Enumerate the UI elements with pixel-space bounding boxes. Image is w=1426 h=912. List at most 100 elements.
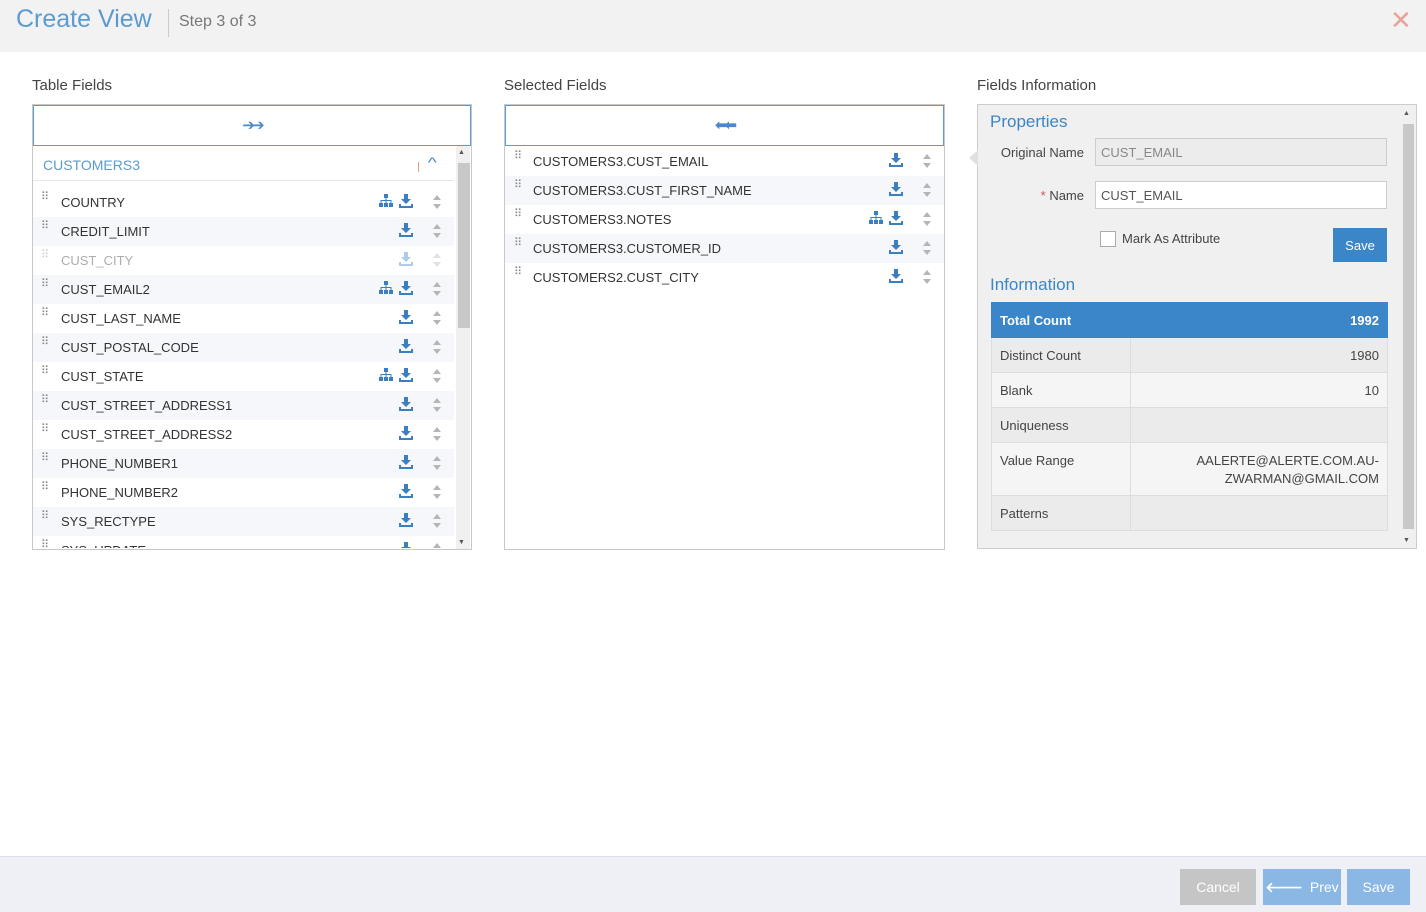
save-properties-button[interactable]: Save xyxy=(1333,228,1387,262)
sort-icon[interactable] xyxy=(432,223,442,239)
save-button[interactable]: Save xyxy=(1347,869,1410,905)
field-row[interactable]: ⠿ CUSTOMERS3.CUSTOMER_ID xyxy=(505,234,944,263)
sitemap-icon[interactable] xyxy=(379,281,393,295)
drag-handle-icon[interactable]: ⠿ xyxy=(514,238,522,249)
sort-icon[interactable] xyxy=(922,211,932,227)
table-fields-scrollbar[interactable]: ▲ ▼ xyxy=(456,146,470,549)
drag-handle-icon[interactable]: ⠿ xyxy=(41,366,49,377)
sort-icon[interactable] xyxy=(432,252,442,268)
sort-icon[interactable] xyxy=(432,368,442,384)
sort-icon[interactable] xyxy=(432,426,442,442)
field-row[interactable]: ⠿ PHONE_NUMBER2 xyxy=(33,478,454,507)
scrollbar-thumb[interactable] xyxy=(1403,124,1414,529)
move-left-button[interactable]: ⬅⬅ xyxy=(505,105,944,146)
download-icon[interactable] xyxy=(889,269,903,283)
sort-icon[interactable] xyxy=(922,269,932,285)
sort-icon[interactable] xyxy=(432,194,442,210)
move-right-button[interactable]: ➔➔ xyxy=(33,105,471,146)
field-row[interactable]: ⠿ CUST_CITY xyxy=(33,246,454,275)
sitemap-icon[interactable] xyxy=(379,368,393,382)
drag-handle-icon[interactable]: ⠿ xyxy=(41,453,49,464)
field-row[interactable]: ⠿ CREDIT_LIMIT xyxy=(33,217,454,246)
sort-icon[interactable] xyxy=(432,455,442,471)
field-row[interactable]: ⠿ COUNTRY xyxy=(33,188,454,217)
chevron-up-icon[interactable]: ^ xyxy=(428,154,437,170)
sort-icon[interactable] xyxy=(922,240,932,256)
drag-handle-icon[interactable]: ⠿ xyxy=(41,221,49,232)
download-icon[interactable] xyxy=(399,310,413,324)
drag-handle-icon[interactable]: ⠿ xyxy=(41,511,49,522)
drag-handle-icon[interactable]: ⠿ xyxy=(514,267,522,278)
prev-button[interactable]: 🡐 Prev xyxy=(1263,869,1341,905)
mark-as-attribute-checkbox[interactable] xyxy=(1100,231,1116,247)
sitemap-icon[interactable] xyxy=(869,211,883,225)
field-row[interactable]: ⠿ CUSTOMERS3.CUST_FIRST_NAME xyxy=(505,176,944,205)
sort-icon[interactable] xyxy=(432,310,442,326)
name-field[interactable] xyxy=(1095,181,1387,209)
scroll-down-arrow[interactable]: ▼ xyxy=(1403,537,1410,544)
drag-handle-icon[interactable]: ⠿ xyxy=(41,337,49,348)
download-icon[interactable] xyxy=(399,223,413,237)
cancel-button[interactable]: Cancel xyxy=(1180,869,1256,905)
sort-icon[interactable] xyxy=(432,484,442,500)
download-icon[interactable] xyxy=(399,542,413,548)
field-row[interactable]: ⠿ CUSTOMERS3.NOTES xyxy=(505,205,944,234)
download-icon[interactable] xyxy=(399,484,413,498)
field-row[interactable]: ⠿ CUST_EMAIL2 xyxy=(33,275,454,304)
drag-handle-icon[interactable]: ⠿ xyxy=(514,209,522,220)
download-icon[interactable] xyxy=(889,182,903,196)
scrollbar-thumb[interactable] xyxy=(458,163,470,328)
fields-information-label: Fields Information xyxy=(977,77,1097,94)
close-icon[interactable]: ✕ xyxy=(1390,6,1412,34)
download-icon[interactable] xyxy=(399,339,413,353)
table-group-header[interactable]: CUSTOMERS3 ^ xyxy=(33,146,454,181)
field-row[interactable]: ⠿ SYS_UPDATE xyxy=(33,536,454,548)
download-icon[interactable] xyxy=(399,194,413,208)
drag-handle-icon[interactable]: ⠿ xyxy=(514,180,522,191)
drag-handle-icon[interactable]: ⠿ xyxy=(41,540,49,549)
drag-handle-icon[interactable]: ⠿ xyxy=(41,395,49,406)
download-icon[interactable] xyxy=(399,281,413,295)
scroll-down-arrow[interactable]: ▼ xyxy=(458,539,465,546)
drag-handle-icon[interactable]: ⠿ xyxy=(514,151,522,162)
drag-handle-icon[interactable]: ⠿ xyxy=(41,482,49,493)
field-label: CUST_LAST_NAME xyxy=(61,311,181,326)
download-icon[interactable] xyxy=(889,240,903,254)
field-row[interactable]: ⠿ CUSTOMERS3.CUST_EMAIL xyxy=(505,147,944,176)
download-icon[interactable] xyxy=(399,368,413,382)
info-scrollbar[interactable]: ▲ ▼ xyxy=(1402,107,1416,547)
sitemap-icon[interactable] xyxy=(379,194,393,208)
field-row[interactable]: ⠿ CUST_POSTAL_CODE xyxy=(33,333,454,362)
sort-icon[interactable] xyxy=(432,397,442,413)
download-icon[interactable] xyxy=(399,397,413,411)
download-icon[interactable] xyxy=(889,153,903,167)
download-icon[interactable] xyxy=(399,426,413,440)
download-icon[interactable] xyxy=(399,252,413,266)
field-row[interactable]: ⠿ CUST_STATE xyxy=(33,362,454,391)
download-icon[interactable] xyxy=(399,513,413,527)
field-row[interactable]: ⠿ CUST_LAST_NAME xyxy=(33,304,454,333)
download-icon[interactable] xyxy=(399,455,413,469)
drag-handle-icon[interactable]: ⠿ xyxy=(41,424,49,435)
drag-handle-icon[interactable]: ⠿ xyxy=(41,279,49,290)
sort-icon[interactable] xyxy=(432,542,442,548)
field-row[interactable]: ⠿ SYS_RECTYPE xyxy=(33,507,454,536)
sort-icon[interactable] xyxy=(432,339,442,355)
scroll-up-arrow[interactable]: ▲ xyxy=(1403,110,1410,117)
drag-handle-icon[interactable]: ⠿ xyxy=(41,250,49,261)
table-fields-panel: ➔➔ CUSTOMERS3 ^ ⠿ COUNTRY ⠿ CREDIT_LIMIT ⠿ CU… xyxy=(32,104,472,550)
drag-handle-icon[interactable]: ⠿ xyxy=(41,308,49,319)
sort-icon[interactable] xyxy=(432,281,442,297)
drag-handle-icon[interactable]: ⠿ xyxy=(41,192,49,203)
scroll-up-arrow[interactable]: ▲ xyxy=(458,149,465,156)
sort-icon[interactable] xyxy=(922,153,932,169)
sort-icon[interactable] xyxy=(922,182,932,198)
field-row[interactable]: ⠿ PHONE_NUMBER1 xyxy=(33,449,454,478)
original-name-field[interactable] xyxy=(1095,138,1387,166)
field-row[interactable]: ⠿ CUST_STREET_ADDRESS2 xyxy=(33,420,454,449)
field-row[interactable]: ⠿ CUSTOMERS2.CUST_CITY xyxy=(505,263,944,292)
download-icon[interactable] xyxy=(889,211,903,225)
sort-icon[interactable] xyxy=(432,513,442,529)
field-row[interactable]: ⠿ CUST_STREET_ADDRESS1 xyxy=(33,391,454,420)
field-label: CUSTOMERS3.CUST_EMAIL xyxy=(533,154,709,169)
